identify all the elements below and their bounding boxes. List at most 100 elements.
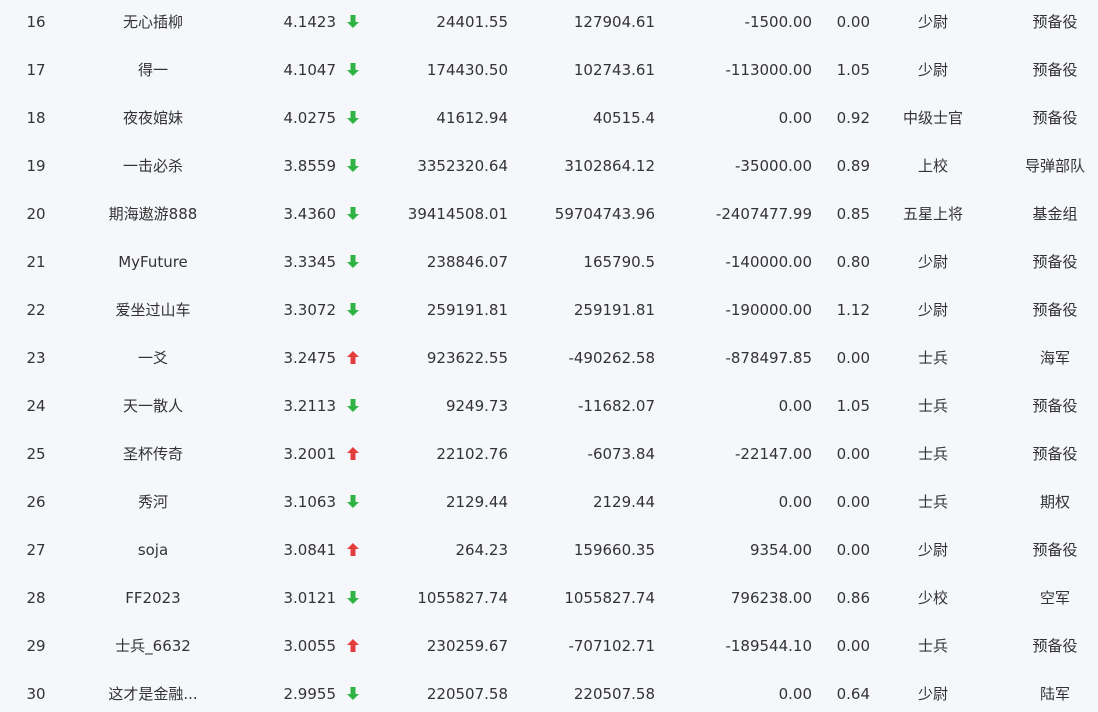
table-row[interactable]: 29 士兵_6632 3.0055 230259.67 -707102.71 -18954… xyxy=(0,622,1098,670)
score-cell: 3.3072 xyxy=(283,301,337,319)
value2-cell: 259191.81 xyxy=(573,301,655,319)
military-rank-cell: 少尉 xyxy=(917,61,948,79)
ratio-cell: 0.00 xyxy=(836,349,870,367)
value1-cell: 24401.55 xyxy=(436,13,508,31)
arrow-up-icon xyxy=(346,637,360,655)
trend-cell xyxy=(344,94,362,142)
value1-cell: 259191.81 xyxy=(426,301,508,319)
value3-cell: -113000.00 xyxy=(725,61,812,79)
military-rank-cell: 上校 xyxy=(917,157,948,175)
score-cell: 3.8559 xyxy=(283,157,337,175)
table-row[interactable]: 23 一爻 3.2475 923622.55 -490262.58 -878497.85 0… xyxy=(0,334,1098,382)
score-cell: 3.0121 xyxy=(283,589,337,607)
score-cell: 3.2475 xyxy=(283,349,337,367)
ratio-cell: 1.05 xyxy=(836,61,870,79)
group-cell: 陆军 xyxy=(1039,685,1070,703)
name-cell: 一爻 xyxy=(137,349,168,367)
value2-cell: -11682.07 xyxy=(578,397,655,415)
name-cell: 夜夜婠妹 xyxy=(122,109,183,127)
trend-cell xyxy=(344,382,362,430)
table-row[interactable]: 26 秀河 3.1063 2129.44 2129.44 0.00 0.00 士兵 期权 xyxy=(0,478,1098,526)
military-rank-cell: 少校 xyxy=(917,589,948,607)
value3-cell: -140000.00 xyxy=(725,253,812,271)
name-cell: FF2023 xyxy=(125,589,181,607)
ratio-cell: 0.89 xyxy=(836,157,870,175)
score-cell: 3.0055 xyxy=(283,637,337,655)
value3-cell: -190000.00 xyxy=(725,301,812,319)
rank-cell: 21 xyxy=(26,253,46,271)
group-cell: 空军 xyxy=(1039,589,1070,607)
trend-cell xyxy=(344,622,362,670)
military-rank-cell: 士兵 xyxy=(917,493,948,511)
arrow-down-icon xyxy=(346,589,360,607)
value3-cell: 0.00 xyxy=(778,493,812,511)
name-cell: 一击必杀 xyxy=(122,157,183,175)
rank-cell: 29 xyxy=(26,637,46,655)
value1-cell: 3352320.64 xyxy=(417,157,508,175)
rank-cell: 20 xyxy=(26,205,46,223)
value2-cell: -490262.58 xyxy=(568,349,655,367)
table-row[interactable]: 21 MyFuture 3.3345 238846.07 165790.5 -140000… xyxy=(0,238,1098,286)
value1-cell: 41612.94 xyxy=(436,109,508,127)
name-cell: 天一散人 xyxy=(122,397,183,415)
rank-cell: 24 xyxy=(26,397,46,415)
table-row[interactable]: 30 这才是金融... 2.9955 220507.58 220507.58 0.00 0.… xyxy=(0,670,1098,712)
trend-cell xyxy=(344,478,362,526)
value2-cell: 127904.61 xyxy=(573,13,655,31)
ratio-cell: 1.12 xyxy=(836,301,870,319)
value3-cell: 0.00 xyxy=(778,685,812,703)
value2-cell: 165790.5 xyxy=(583,253,655,271)
table-row[interactable]: 25 圣杯传奇 3.2001 22102.76 -6073.84 -22147.00 0.0… xyxy=(0,430,1098,478)
value2-cell: 102743.61 xyxy=(573,61,655,79)
table-row[interactable]: 16 无心插柳 4.1423 24401.55 127904.61 -1500.00 0.0… xyxy=(0,0,1098,46)
value3-cell: 796238.00 xyxy=(730,589,812,607)
military-rank-cell: 士兵 xyxy=(917,637,948,655)
value1-cell: 1055827.74 xyxy=(417,589,508,607)
table-row[interactable]: 22 爱坐过山车 3.3072 259191.81 259191.81 -190000.0… xyxy=(0,286,1098,334)
trend-cell xyxy=(344,430,362,478)
rank-cell: 16 xyxy=(26,13,46,31)
value2-cell: 40515.4 xyxy=(592,109,655,127)
table-row[interactable]: 18 夜夜婠妹 4.0275 41612.94 40515.4 0.00 0.92 中级士官 预… xyxy=(0,94,1098,142)
group-cell: 预备役 xyxy=(1032,301,1078,319)
name-cell: 士兵_6632 xyxy=(115,637,191,655)
value3-cell: -2407477.99 xyxy=(715,205,812,223)
score-cell: 3.4360 xyxy=(283,205,337,223)
table-row[interactable]: 24 天一散人 3.2113 9249.73 -11682.07 0.00 1.05 士兵 预备… xyxy=(0,382,1098,430)
ratio-cell: 0.92 xyxy=(836,109,870,127)
table-row[interactable]: 28 FF2023 3.0121 1055827.74 1055827.74 796238… xyxy=(0,574,1098,622)
military-rank-cell: 五星上将 xyxy=(902,205,963,223)
value1-cell: 174430.50 xyxy=(426,61,508,79)
group-cell: 预备役 xyxy=(1032,445,1078,463)
arrow-down-icon xyxy=(346,493,360,511)
arrow-down-icon xyxy=(346,109,360,127)
rank-cell: 17 xyxy=(26,61,46,79)
value2-cell: 220507.58 xyxy=(573,685,655,703)
name-cell: 这才是金融... xyxy=(108,685,198,703)
table-row[interactable]: 20 期海遨游888 3.4360 39414508.01 59704743.96 -24… xyxy=(0,190,1098,238)
value3-cell: 0.00 xyxy=(778,109,812,127)
ratio-cell: 0.64 xyxy=(836,685,870,703)
score-cell: 3.2001 xyxy=(283,445,337,463)
name-cell: 无心插柳 xyxy=(122,13,183,31)
score-cell: 3.0841 xyxy=(283,541,337,559)
value2-cell: 2129.44 xyxy=(592,493,655,511)
group-cell: 预备役 xyxy=(1032,61,1078,79)
group-cell: 预备役 xyxy=(1032,541,1078,559)
group-cell: 导弹部队 xyxy=(1024,157,1085,175)
value1-cell: 238846.07 xyxy=(426,253,508,271)
table-row[interactable]: 17 得一 4.1047 174430.50 102743.61 -113000.00 1.… xyxy=(0,46,1098,94)
arrow-down-icon xyxy=(346,301,360,319)
ratio-cell: 0.00 xyxy=(836,13,870,31)
rank-cell: 26 xyxy=(26,493,46,511)
score-cell: 3.3345 xyxy=(283,253,337,271)
value1-cell: 9249.73 xyxy=(445,397,508,415)
trend-cell xyxy=(344,574,362,622)
table-row[interactable]: 27 soja 3.0841 264.23 159660.35 9354.00 0.00 少尉… xyxy=(0,526,1098,574)
ratio-cell: 0.00 xyxy=(836,445,870,463)
arrow-up-icon xyxy=(346,445,360,463)
group-cell: 预备役 xyxy=(1032,109,1078,127)
military-rank-cell: 士兵 xyxy=(917,397,948,415)
table-row[interactable]: 19 一击必杀 3.8559 3352320.64 3102864.12 -35000.0… xyxy=(0,142,1098,190)
group-cell: 基金组 xyxy=(1032,205,1078,223)
